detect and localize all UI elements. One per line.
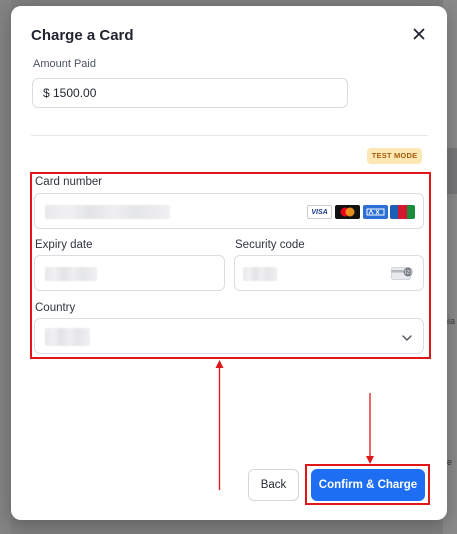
annotation-arrows	[215, 360, 374, 490]
arrow-down-to-confirm	[366, 393, 374, 464]
back-button[interactable]: Back	[248, 469, 299, 501]
arrow-up-to-form	[215, 360, 224, 490]
confirm-charge-button[interactable]: Confirm & Charge	[311, 469, 425, 501]
